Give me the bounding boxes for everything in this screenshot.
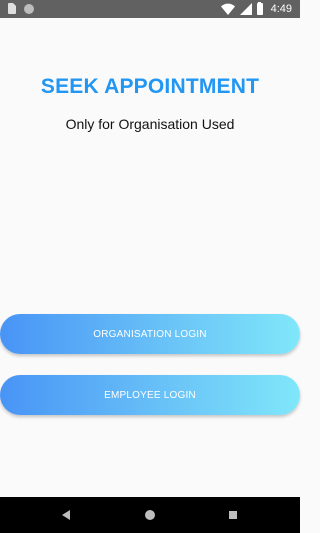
app-title: SEEK APPOINTMENT <box>40 75 260 98</box>
sim-card-icon <box>8 3 16 14</box>
employee-login-button[interactable]: EMPLOYEE LOGIN <box>0 375 300 415</box>
status-bar: 4:49 <box>0 0 300 18</box>
status-time: 4:49 <box>270 3 292 15</box>
navigation-bar <box>0 497 300 533</box>
app-subtitle: Only for Organisation Used <box>65 116 235 132</box>
app-screen: 4:49 SEEK APPOINTMENT Only for Organisat… <box>0 0 300 533</box>
status-bar-left <box>8 3 34 14</box>
circle-icon <box>24 3 34 14</box>
back-icon[interactable] <box>62 510 70 520</box>
organisation-login-button[interactable]: ORGANISATION LOGIN <box>0 314 300 354</box>
status-bar-right: 4:49 <box>220 2 292 16</box>
battery-icon <box>256 2 263 15</box>
home-icon[interactable] <box>145 510 155 520</box>
signal-icon <box>239 3 252 15</box>
recents-icon[interactable] <box>229 511 237 519</box>
wifi-icon <box>220 3 235 15</box>
